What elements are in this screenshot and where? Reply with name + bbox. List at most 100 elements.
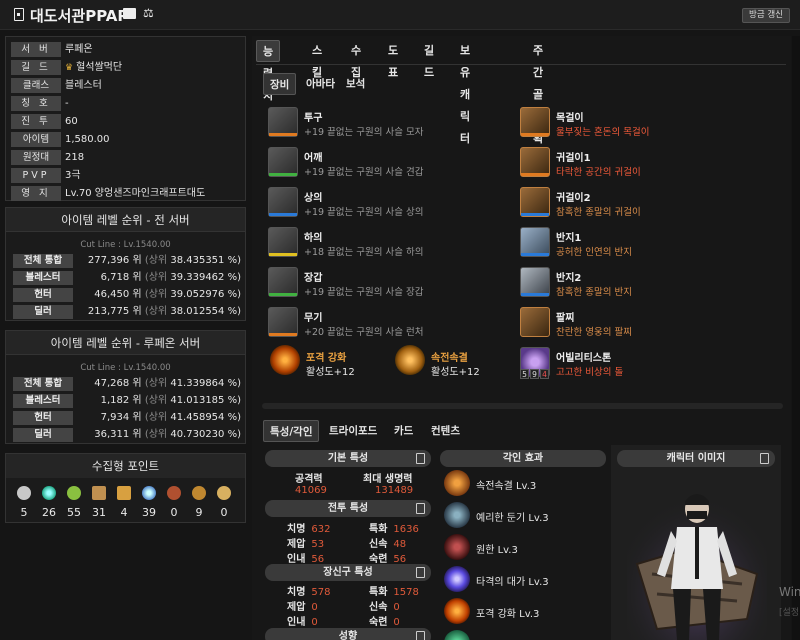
attack-label: 공격력: [295, 474, 323, 485]
collect-item[interactable]: 31: [89, 486, 109, 519]
equip-helmet[interactable]: 투구 +19 끝없는 구원의 사슬 모자: [268, 105, 508, 139]
document-icon[interactable]: [416, 631, 425, 640]
character-portrait: [627, 479, 767, 640]
rank-label: 블레스터: [13, 271, 73, 285]
subtab-gem[interactable]: 보석: [340, 73, 371, 95]
gear-stat-domination: 제압 0: [287, 602, 318, 613]
bombard-icon: [270, 345, 300, 375]
equip-pants[interactable]: 하의 +18 끝없는 구원의 사슬 하의: [268, 225, 508, 259]
attack-value: 41069: [295, 485, 327, 496]
acc-ring-2[interactable]: 반지2 참혹한 종말의 반지: [520, 265, 760, 299]
earring-icon: [520, 187, 550, 217]
collect-item[interactable]: 55: [64, 486, 84, 519]
rank-label: 딜러: [13, 305, 73, 319]
equip-gloves[interactable]: 장갑 +19 끝없는 구원의 사슬 장갑: [268, 265, 508, 299]
art-icon: [92, 486, 106, 500]
document-icon[interactable]: [416, 567, 425, 578]
engraving-icon: [444, 598, 470, 624]
collect-item[interactable]: 4: [114, 486, 134, 519]
necklace-icon: [520, 107, 550, 137]
rank-label: 전체 통합: [13, 254, 73, 268]
stat-expertise: 숙련 56: [369, 554, 407, 565]
scale-icon[interactable]: ⚖: [143, 6, 154, 20]
mokoko-seed-icon: [67, 486, 81, 500]
character-name: 대도서관PPAP: [30, 7, 129, 25]
info-label: 길 드: [11, 60, 61, 75]
tab-divider: [256, 64, 786, 65]
collect-item[interactable]: 39: [139, 486, 159, 519]
guild-name[interactable]: 혈석쌀먹단: [76, 62, 122, 73]
tab-characters[interactable]: 보유 캐릭터: [454, 40, 476, 145]
gear-stat-endurance: 인내 0: [287, 617, 318, 628]
gear-stat-spec: 특화 1578: [369, 587, 419, 598]
rank-value: 36,311 위 (상위 40.730230 %): [94, 429, 241, 440]
info-label: 클래스: [11, 78, 61, 93]
island-heart-icon: [17, 486, 31, 500]
tab-collection[interactable]: 수집: [345, 40, 367, 79]
rank-row: 헌터 7,934 위 (상위 41.458954 %): [13, 411, 241, 426]
rank-label: 전체 통합: [13, 377, 73, 391]
subtab-equipment[interactable]: 장비: [263, 73, 297, 95]
tab-engraving[interactable]: 특성/각인: [263, 420, 320, 442]
sailing-coin-icon: [217, 486, 231, 500]
stat-spec: 특화 1636: [369, 524, 419, 535]
stat-crit: 치명 632: [287, 524, 331, 535]
tab-card[interactable]: 카드: [388, 420, 419, 442]
scrollbar[interactable]: [792, 36, 800, 640]
tab-content[interactable]: 컨텐츠: [425, 420, 466, 442]
info-value: 60: [65, 116, 78, 127]
gear-stat-crit: 치명 578: [287, 587, 331, 598]
rank-value: 46,450 위 (상위 39.052976 %): [94, 289, 241, 300]
crown-icon: ♛: [65, 63, 74, 73]
rapid-strike-icon: [395, 345, 425, 375]
rank-row: 전체 통합 277,396 위 (상위 38.435351 %): [13, 254, 241, 269]
document-icon[interactable]: [760, 453, 769, 464]
equip-weapon[interactable]: 무기 +20 끝없는 구원의 사슬 런처: [268, 305, 508, 339]
ignea-token-icon: [167, 486, 181, 500]
info-value: -: [65, 98, 69, 109]
hp-value: 131489: [375, 485, 414, 496]
collect-item[interactable]: 26: [39, 486, 59, 519]
tab-skill[interactable]: 스킬: [306, 40, 328, 79]
weapon-icon: [268, 307, 298, 337]
rank-label: 블레스터: [13, 394, 73, 408]
activation-watermark: Win: [779, 585, 800, 599]
rank-row: 헌터 46,450 위 (상위 39.052976 %): [13, 288, 241, 303]
battle-stats-header: 전투 특성: [265, 500, 431, 517]
tab-ability[interactable]: 능력치: [256, 40, 281, 102]
collect-item[interactable]: 5: [14, 486, 34, 519]
info-label: PVP: [11, 168, 61, 183]
equip-shoulder[interactable]: 어깨 +19 끝없는 구원의 사슬 견갑: [268, 145, 508, 179]
giant-heart-icon: [142, 486, 156, 500]
rank-row: 딜러 36,311 위 (상위 40.730230 %): [13, 428, 241, 443]
acc-earring-1[interactable]: 귀걸이1 타락한 공간의 귀걸이: [520, 145, 760, 179]
character-info-panel: 서 버 루페온 길 드 ♛ 혈석쌀먹단 클래스 블레스터 칭 호 - 진 투 60…: [5, 36, 246, 201]
ring-icon: [520, 227, 550, 257]
acc-ability-stone[interactable]: 5 9 4 어빌리티스톤 고고한 비상의 돌: [520, 345, 760, 389]
tab-tripod[interactable]: 트라이포드: [323, 420, 383, 442]
acc-ring-1[interactable]: 반지1 공허한 인연의 반지: [520, 225, 760, 259]
info-label: 진 투: [11, 114, 61, 129]
acc-necklace[interactable]: 목걸이 울부짖는 혼돈의 목걸이: [520, 105, 760, 139]
tab-chart[interactable]: 도표: [382, 40, 404, 79]
rank-all-servers-panel: 아이템 레벨 순위 - 전 서버 Cut Line : Lv.1540.00 전…: [5, 207, 246, 321]
acc-bracelet[interactable]: 팔찌 찬란한 영웅의 팔찌: [520, 305, 760, 339]
equip-chest[interactable]: 상의 +19 끝없는 구원의 사슬 상의: [268, 185, 508, 219]
document-icon[interactable]: [416, 503, 425, 514]
info-value: ♛ 혈석쌀먹단: [65, 60, 122, 76]
tab-weekly-gold[interactable]: 주간골드획득: [527, 40, 549, 167]
engraving-icon: [444, 470, 470, 496]
equipment-list: 투구 +19 끝없는 구원의 사슬 모자 어깨 +19 끝없는 구원의 사슬 견…: [268, 105, 508, 395]
document-icon[interactable]: [416, 453, 425, 464]
subtab-avatar[interactable]: 아바타: [300, 73, 341, 95]
refresh-button[interactable]: 방금 갱신: [742, 8, 790, 23]
acc-earring-2[interactable]: 귀걸이2 참혹한 종말의 귀걸이: [520, 185, 760, 219]
collect-item[interactable]: 0: [164, 486, 184, 519]
id-card-icon[interactable]: [123, 8, 136, 19]
collect-item[interactable]: 0: [214, 486, 234, 519]
tab-guild[interactable]: 길드: [418, 40, 440, 79]
rank-value: 213,775 위 (상위 38.012554 %): [87, 306, 241, 317]
rank-all-title: 아이템 레벨 순위 - 전 서버: [6, 208, 245, 232]
earring-icon: [520, 147, 550, 177]
collect-item[interactable]: 9: [189, 486, 209, 519]
